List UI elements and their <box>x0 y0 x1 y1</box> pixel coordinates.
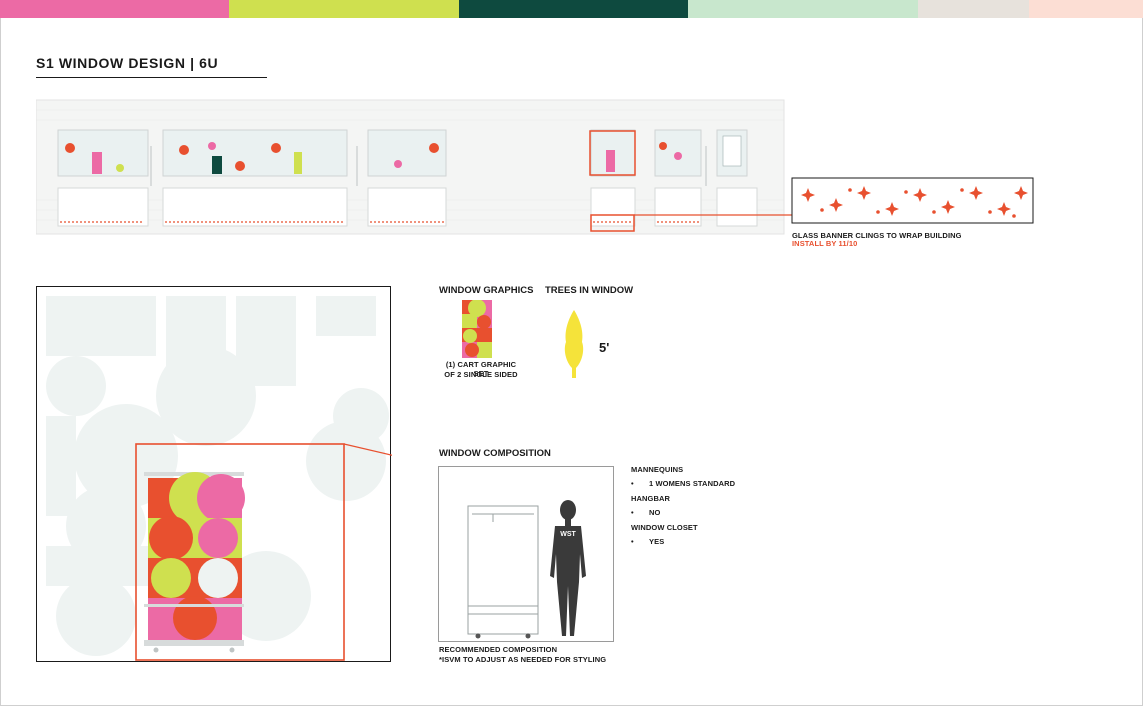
storefront-elevation <box>36 99 1034 235</box>
strip-pink <box>0 0 229 18</box>
brand-color-strip <box>0 0 1143 18</box>
spec-mannequins-label: MANNEQUINS <box>631 465 684 474</box>
spec-hangbar-label: HANGBAR <box>631 494 671 503</box>
strip-mint <box>688 0 918 18</box>
strip-blush <box>1029 0 1143 18</box>
spec-mannequins-value: 1 WOMENS STANDARD <box>649 479 736 488</box>
cart-graphic-thumbnail <box>462 300 492 358</box>
strip-lime <box>229 0 459 18</box>
spec-closet-value: YES <box>649 537 665 546</box>
tree-icon <box>564 310 584 378</box>
page-title: S1 WINDOW DESIGN | 6U <box>36 55 219 71</box>
cart-wheel-left <box>475 633 481 639</box>
composition-frame <box>438 466 614 642</box>
composition-heading: WINDOW COMPOSITION <box>439 448 551 459</box>
window-detail-view <box>36 286 392 662</box>
spec-closet-bullet: • <box>631 537 634 546</box>
composition-diagram: WST <box>438 466 614 642</box>
strip-dark-green <box>459 0 688 18</box>
spec-hangbar-value: NO <box>649 508 661 517</box>
banner-install-date: INSTALL BY 11/10 <box>792 239 858 248</box>
cart-wheel-right <box>525 633 531 639</box>
composition-caption-1: RECOMMENDED COMPOSITION <box>439 645 558 654</box>
composition-caption-2: *ISVM TO ADJUST AS NEEDED FOR STYLING <box>439 655 607 664</box>
cart-graphic <box>144 472 245 653</box>
spec-hangbar-bullet: • <box>631 508 634 517</box>
spec-mannequins-bullet: • <box>631 479 634 488</box>
spec-closet-label: WINDOW CLOSET <box>631 523 698 532</box>
window-graphics-caption-2: OF 2 SINGLE SIDED <box>444 370 518 379</box>
tree-height: 5' <box>599 340 610 355</box>
window-graphics-heading: WINDOW GRAPHICS <box>439 285 534 296</box>
trees-heading: TREES IN WINDOW <box>545 285 634 296</box>
banner-swatch <box>791 177 1034 224</box>
title-underline <box>36 77 267 78</box>
mannequin-label: WST <box>560 531 576 538</box>
strip-greige <box>918 0 1029 18</box>
